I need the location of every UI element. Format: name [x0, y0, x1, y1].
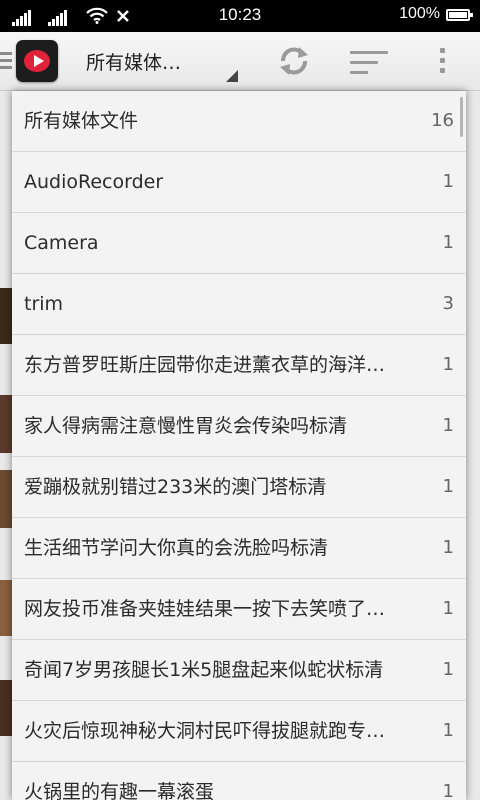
battery-icon	[446, 9, 473, 21]
folder-option[interactable]: 东方普罗旺斯庄园带你走进薰衣草的海洋… 1	[12, 335, 466, 396]
thumbnail	[0, 680, 12, 736]
app-logo-icon[interactable]	[16, 40, 58, 82]
folder-option-label: 火锅里的有趣一幕滚蛋	[24, 781, 215, 800]
folder-option-label: 所有媒体文件	[24, 110, 139, 132]
folder-option[interactable]: 火灾后惊现神秘大洞村民吓得拔腿就跑专… 1	[12, 701, 466, 762]
folder-option-count: 1	[442, 232, 454, 253]
spinner-arrow-icon[interactable]	[226, 70, 238, 82]
folder-option-label: 爱蹦极就别错过233米的澳门塔标清	[24, 476, 327, 498]
folder-option-count: 3	[442, 293, 454, 314]
overflow-menu-button[interactable]	[412, 32, 472, 90]
thumbnail	[0, 580, 12, 636]
folder-option-label: 家人得病需注意慢性胃炎会传染吗标清	[24, 415, 348, 437]
folder-option[interactable]: 生活细节学问大你真的会洗脸吗标清 1	[12, 518, 466, 579]
folder-option[interactable]: 火锅里的有趣一幕滚蛋 1	[12, 762, 466, 800]
folder-option-label: Camera	[24, 232, 99, 254]
folder-option-count: 1	[442, 171, 454, 192]
folder-option-label: 奇闻7岁男孩腿长1米5腿盘起来似蛇状标清	[24, 659, 384, 681]
refresh-icon	[280, 47, 308, 75]
folder-option-count: 1	[442, 354, 454, 375]
folder-option-count: 16	[431, 110, 454, 131]
status-bar: 10:23 100%	[0, 0, 480, 32]
folder-option-label: AudioRecorder	[24, 171, 164, 193]
folder-option-count: 1	[442, 720, 454, 741]
folder-option-label: 火灾后惊现神秘大洞村民吓得拔腿就跑专…	[24, 720, 386, 742]
folder-option-label: trim	[24, 293, 64, 315]
drawer-menu-icon[interactable]	[0, 52, 12, 73]
thumbnail	[0, 470, 12, 528]
thumbnail	[0, 395, 12, 453]
folder-dropdown-menu: 所有媒体文件 16 AudioRecorder 1 Camera 1 trim 3 东方普罗旺…	[12, 91, 466, 800]
folder-option-count: 1	[442, 476, 454, 497]
folder-option-count: 1	[442, 598, 454, 619]
folder-option-label: 生活细节学问大你真的会洗脸吗标清	[24, 537, 329, 559]
folder-option[interactable]: AudioRecorder 1	[12, 152, 466, 213]
overflow-menu-icon	[440, 48, 445, 53]
thumbnail	[0, 288, 12, 344]
action-bar: 所有媒体…	[0, 32, 480, 91]
folder-option[interactable]: 所有媒体文件 16	[12, 91, 466, 152]
folder-option-count: 1	[442, 537, 454, 558]
folder-option[interactable]: 爱蹦极就别错过233米的澳门塔标清 1	[12, 457, 466, 518]
folder-option-label: 东方普罗旺斯庄园带你走进薰衣草的海洋…	[24, 354, 386, 376]
folder-option[interactable]: 奇闻7岁男孩腿长1米5腿盘起来似蛇状标清 1	[12, 640, 466, 701]
refresh-button[interactable]	[264, 32, 324, 90]
sort-button[interactable]	[338, 32, 398, 90]
sort-icon	[350, 51, 388, 54]
battery-percent: 100%	[399, 5, 440, 22]
folder-option-count: 1	[442, 781, 454, 800]
folder-option-count: 1	[442, 415, 454, 436]
folder-option-count: 1	[442, 659, 454, 680]
folder-option[interactable]: 网友投币准备夹娃娃结果一按下去笑喷了… 1	[12, 579, 466, 640]
folder-spinner-title[interactable]: 所有媒体…	[86, 48, 181, 75]
folder-option[interactable]: trim 3	[12, 274, 466, 335]
folder-option[interactable]: Camera 1	[12, 213, 466, 274]
folder-option-label: 网友投币准备夹娃娃结果一按下去笑喷了…	[24, 598, 386, 620]
folder-option[interactable]: 家人得病需注意慢性胃炎会传染吗标清 1	[12, 396, 466, 457]
